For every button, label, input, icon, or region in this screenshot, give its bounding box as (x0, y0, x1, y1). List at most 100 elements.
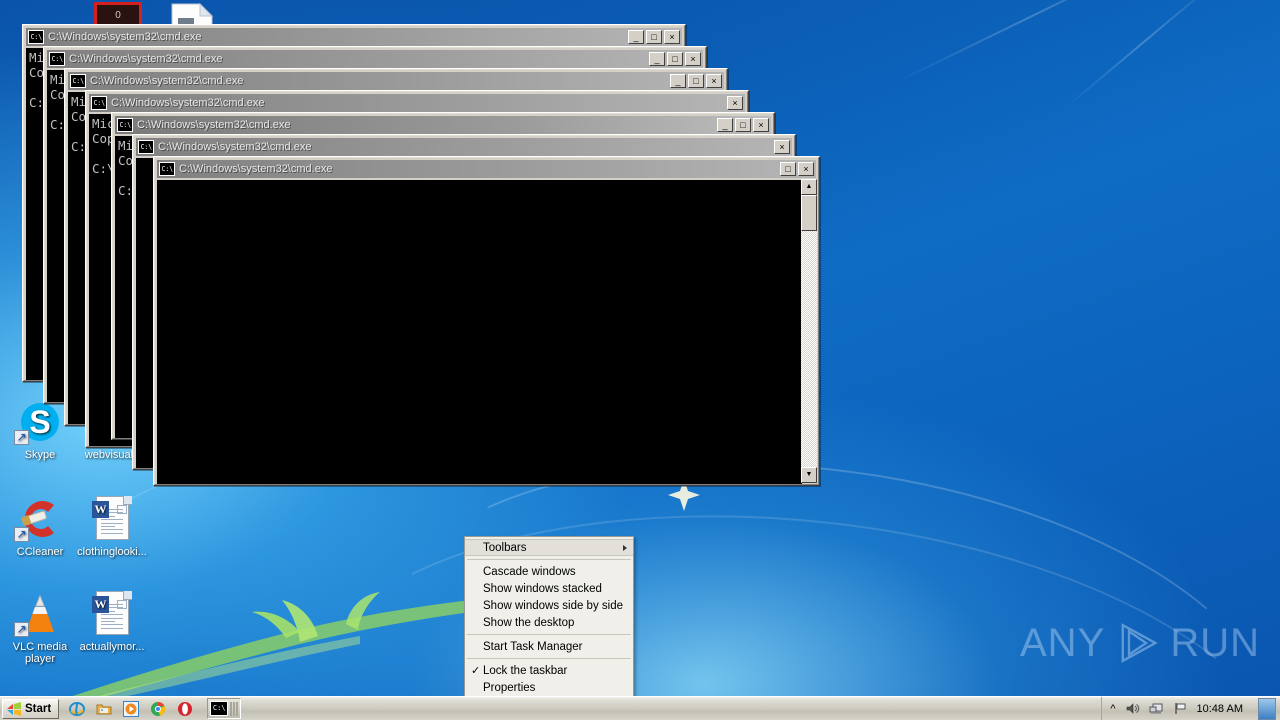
cmd-window-icon: C:\ (70, 74, 86, 88)
menu-item-cascade-windows[interactable]: Cascade windows (465, 563, 633, 580)
menu-item-label: Start Task Manager (483, 640, 583, 653)
checkmark-icon: ✓ (471, 665, 481, 677)
desktop-icon-actuallymore-doc[interactable]: W actuallymor... (72, 590, 152, 653)
window-title: C:\Windows\system32\cmd.exe (48, 31, 202, 43)
desktop-icon-label: CCleaner (16, 546, 64, 558)
close-button[interactable]: × (706, 74, 722, 88)
red-badge-label: 0 (115, 10, 121, 21)
menu-item-label: Cascade windows (483, 565, 576, 578)
close-button[interactable]: × (664, 30, 680, 44)
title-bar[interactable]: C:\ C:\Windows\system32\cmd.exe _ □ × (68, 72, 724, 90)
system-tray[interactable]: ^ 10:48 AM (1101, 696, 1280, 720)
window-frame: C:\ C:\Windows\system32\cmd.exe □ × ▲ ▼ (154, 157, 819, 485)
window-controls[interactable]: × (727, 96, 743, 110)
start-button-label: Start (25, 702, 52, 715)
window-title: C:\Windows\system32\cmd.exe (90, 75, 244, 87)
menu-item-show-windows-side-by-side[interactable]: Show windows side by side (465, 597, 633, 614)
show-desktop-button[interactable] (1258, 697, 1276, 720)
window-controls[interactable]: _ □ × (628, 30, 680, 44)
menu-item-lock-the-taskbar[interactable]: ✓ Lock the taskbar (465, 662, 633, 679)
desktop-icon-label: clothinglooki... (77, 546, 147, 558)
window-controls[interactable]: _ □ × (670, 74, 722, 88)
menu-item-label: Toolbars (483, 541, 527, 554)
title-bar[interactable]: C:\ C:\Windows\system32\cmd.exe □ × (157, 160, 816, 178)
menu-item-start-task-manager[interactable]: Start Task Manager (465, 638, 633, 655)
menu-item-show-the-desktop[interactable]: Show the desktop (465, 614, 633, 631)
menu-item-label: Show windows stacked (483, 582, 602, 595)
minimize-button[interactable]: _ (628, 30, 644, 44)
tray-chevron-icon[interactable]: ^ (1110, 703, 1115, 715)
wallpaper-arc-2 (278, 468, 1280, 720)
cmd-task-button[interactable]: C:\ (207, 698, 242, 719)
menu-item-label: Properties (483, 681, 536, 694)
quick-launch-bar[interactable] (61, 700, 201, 717)
window-controls[interactable]: □ × (780, 162, 814, 176)
maximize-button[interactable]: □ (667, 52, 683, 66)
action-center-flag-icon[interactable] (1173, 701, 1188, 716)
taskbar-context-menu[interactable]: Toolbars Cascade windows Show windows stac… (464, 536, 634, 699)
maximize-button[interactable]: □ (780, 162, 796, 176)
desktop-icon-vlc-shortcut[interactable]: ↗ VLC media player (0, 590, 80, 665)
menu-separator (467, 559, 631, 560)
menu-item-label: Lock the taskbar (483, 664, 568, 677)
start-button[interactable]: Start (2, 698, 60, 719)
menu-separator (467, 658, 631, 659)
title-bar[interactable]: C:\ C:\Windows\system32\cmd.exe _ □ × (47, 50, 703, 68)
scrollbar-thumb[interactable] (801, 195, 817, 231)
minimize-button[interactable]: _ (649, 52, 665, 66)
window-controls[interactable]: _ □ × (717, 118, 769, 132)
menu-item-toolbars[interactable]: Toolbars (465, 539, 633, 556)
maximize-button[interactable]: □ (735, 118, 751, 132)
minimize-button[interactable]: _ (717, 118, 733, 132)
window-title: C:\Windows\system32\cmd.exe (69, 53, 223, 65)
shortcut-overlay-icon: ↗ (14, 430, 29, 445)
scroll-down-button[interactable]: ▼ (801, 467, 817, 483)
title-bar[interactable]: C:\ C:\Windows\system32\cmd.exe _ □ × (26, 28, 682, 46)
close-button[interactable]: × (685, 52, 701, 66)
close-button[interactable]: × (774, 140, 790, 154)
window-controls[interactable]: _ □ × (649, 52, 701, 66)
media-player-icon[interactable] (123, 700, 140, 717)
shortcut-overlay-icon: ↗ (14, 527, 29, 542)
taskbar[interactable]: Start C:\ ^ 10:48 AM (0, 696, 1280, 720)
minimize-button[interactable]: _ (670, 74, 686, 88)
watermark-text-run: RUN (1170, 620, 1260, 665)
menu-item-label: Show windows side by side (483, 599, 623, 612)
desktop-icon-label: VLC media player (12, 641, 68, 665)
scroll-up-button[interactable]: ▲ (801, 179, 817, 195)
chrome-icon[interactable] (150, 701, 166, 717)
window-title: C:\Windows\system32\cmd.exe (158, 141, 312, 153)
close-button[interactable]: × (753, 118, 769, 132)
internet-explorer-icon[interactable] (69, 701, 86, 717)
desktop-icon-label: actuallymor... (79, 641, 145, 653)
anyrun-watermark: ANY RUN (1020, 612, 1260, 674)
network-icon[interactable] (1149, 701, 1164, 716)
task-group-stack (230, 701, 239, 716)
menu-item-properties[interactable]: Properties (465, 679, 633, 696)
shortcut-overlay-icon: ↗ (14, 622, 29, 637)
maximize-button[interactable]: □ (688, 74, 704, 88)
close-button[interactable]: × (798, 162, 814, 176)
cmd-window-7[interactable]: C:\ C:\Windows\system32\cmd.exe □ × ▲ ▼ (153, 156, 820, 486)
cmd-window-icon: C:\ (138, 140, 154, 154)
window-title: C:\Windows\system32\cmd.exe (179, 163, 333, 175)
close-button[interactable]: × (727, 96, 743, 110)
tray-clock[interactable]: 10:48 AM (1197, 703, 1243, 715)
submenu-arrow-icon (623, 545, 627, 551)
menu-item-show-windows-stacked[interactable]: Show windows stacked (465, 580, 633, 597)
volume-icon[interactable] (1125, 701, 1140, 716)
window-controls[interactable]: × (774, 140, 790, 154)
maximize-button[interactable]: □ (646, 30, 662, 44)
title-bar[interactable]: C:\ C:\Windows\system32\cmd.exe _ □ × (115, 116, 771, 134)
windows-explorer-icon[interactable] (96, 701, 112, 717)
cmd-window-icon: C:\ (117, 118, 133, 132)
title-bar[interactable]: C:\ C:\Windows\system32\cmd.exe × (136, 138, 792, 156)
desktop-icon-clothinglooking-doc[interactable]: W clothinglooki... (72, 495, 152, 558)
wallpaper-streak-1 (894, 0, 1166, 84)
desktop-icon-ccleaner-shortcut[interactable]: ↗ CCleaner (0, 495, 80, 558)
menu-item-label: Show the desktop (483, 616, 575, 629)
console-output[interactable] (157, 180, 802, 484)
title-bar[interactable]: C:\ C:\Windows\system32\cmd.exe × (89, 94, 745, 112)
opera-icon[interactable] (177, 701, 193, 717)
cmd-window-icon: C:\ (49, 52, 65, 66)
